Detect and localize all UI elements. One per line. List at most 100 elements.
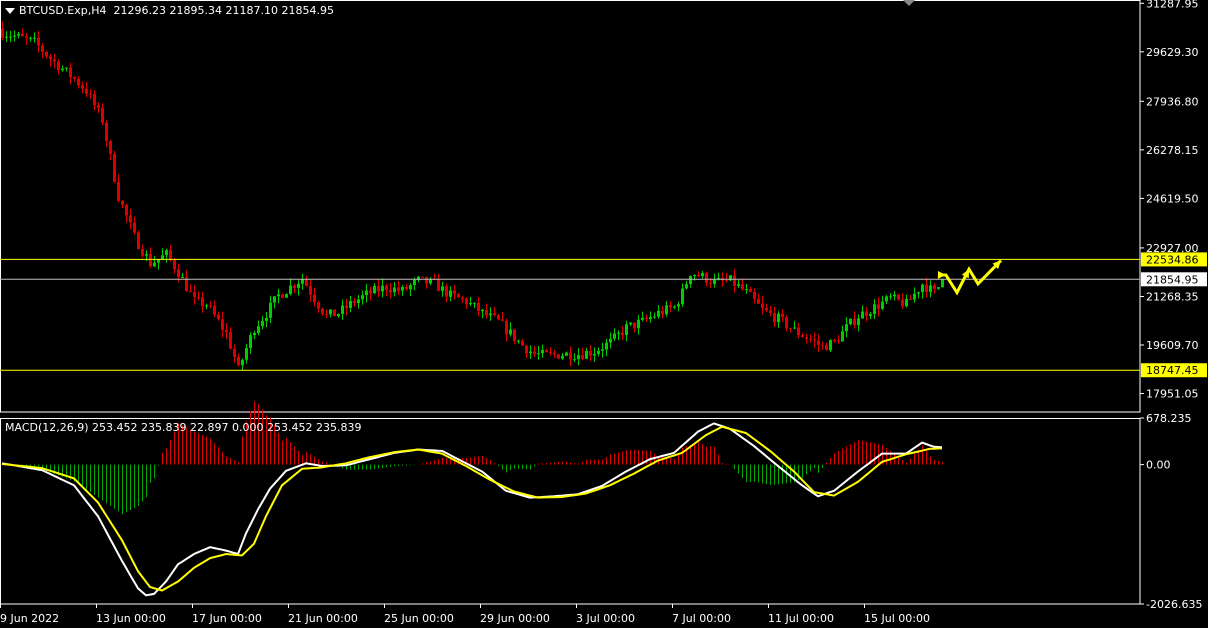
candle-body (561, 355, 564, 359)
candle-body (241, 359, 244, 366)
candle-body (169, 250, 172, 260)
candle-body (525, 345, 528, 354)
candle-body (645, 317, 648, 319)
trading-chart[interactable]: 22534.86 18747.45 21854.95 31287.95 29629.30… (0, 0, 1208, 628)
candle-body (405, 286, 408, 290)
candle-body (373, 285, 376, 294)
x-tick-label: 17 Jun 00:00 (192, 612, 262, 625)
candle-body (305, 278, 308, 286)
candle-body (833, 340, 836, 342)
x-tick-label: 3 Jul 00:00 (576, 612, 635, 625)
candle-body (289, 285, 292, 295)
candle-body (821, 344, 824, 346)
collapse-triangle-icon[interactable] (5, 8, 15, 14)
candle-body (601, 349, 604, 351)
candle-body (857, 318, 860, 326)
candle-body (889, 296, 892, 298)
candle-body (853, 318, 856, 326)
candle-body (109, 140, 112, 154)
candle-body (253, 332, 256, 336)
candle-body (697, 274, 700, 277)
candle-body (493, 313, 496, 316)
candle-body (17, 33, 20, 36)
candle-body (113, 153, 116, 182)
candle-body (33, 37, 36, 39)
candle-body (801, 335, 804, 338)
candle-body (89, 93, 92, 95)
forecast-arrowhead-icon (937, 270, 946, 279)
candle-body (625, 324, 628, 336)
y-tick-label: 17951.05 (1146, 388, 1199, 401)
candle-body (77, 78, 80, 86)
candle-body (777, 313, 780, 323)
x-tick-label: 15 Jul 00:00 (864, 612, 930, 625)
candle-body (377, 285, 380, 292)
candle-body (145, 254, 148, 256)
candle-body (693, 274, 696, 276)
candle-body (589, 351, 592, 356)
candle-body (901, 299, 904, 307)
candle-body (365, 290, 368, 296)
candle-body (381, 285, 384, 292)
candle-body (885, 296, 888, 302)
candle-body (277, 294, 280, 297)
candle-body (309, 285, 312, 295)
candle-body (813, 339, 816, 341)
candle-body (921, 284, 924, 293)
candle-body (165, 250, 168, 256)
candle-body (449, 290, 452, 297)
candle-body (57, 61, 60, 71)
candle-body (9, 36, 12, 38)
candle-body (209, 305, 212, 307)
candle-body (297, 283, 300, 288)
candle-body (61, 68, 64, 71)
candle-body (425, 276, 428, 284)
candle-body (357, 299, 360, 304)
candle-body (397, 287, 400, 291)
candle-body (497, 315, 500, 320)
candle-body (849, 318, 852, 325)
candle-body (29, 37, 32, 39)
candle-body (929, 285, 932, 293)
candle-body (829, 340, 832, 351)
candle-body (37, 37, 40, 46)
candle-body (741, 284, 744, 290)
candle-body (445, 286, 448, 297)
candle-body (177, 269, 180, 278)
candle-body (917, 292, 920, 294)
candle-body (197, 297, 200, 299)
candle-body (613, 333, 616, 339)
candle-body (117, 181, 120, 201)
candle-body (705, 273, 708, 283)
candle-body (557, 354, 560, 359)
candle-body (725, 280, 728, 282)
candle-body (65, 67, 68, 69)
candle-body (677, 304, 680, 307)
candle-body (685, 284, 688, 289)
y-tick-label: 26278.15 (1146, 144, 1199, 157)
candle-body (781, 313, 784, 318)
candle-body (817, 340, 820, 345)
candle-body (273, 296, 276, 303)
candle-body (293, 285, 296, 288)
candle-body (713, 279, 716, 284)
macd-line (1, 422, 943, 597)
candle-body (205, 305, 208, 307)
candle-body (217, 314, 220, 320)
candle-body (469, 302, 472, 305)
candle-body (733, 275, 736, 286)
candle-body (189, 291, 192, 293)
candle-body (385, 285, 388, 291)
candle-body (353, 300, 356, 304)
candle-body (49, 56, 52, 60)
candle-body (25, 36, 28, 38)
candle-body (269, 302, 272, 318)
candle-body (501, 319, 504, 321)
candle-body (649, 317, 652, 319)
y-tick-label: 31287.95 (1146, 0, 1199, 10)
y-tick-label: 27936.80 (1146, 95, 1199, 108)
candle-body (541, 349, 544, 354)
candle-body (337, 314, 340, 317)
candle-body (653, 316, 656, 318)
candle-body (797, 327, 800, 336)
